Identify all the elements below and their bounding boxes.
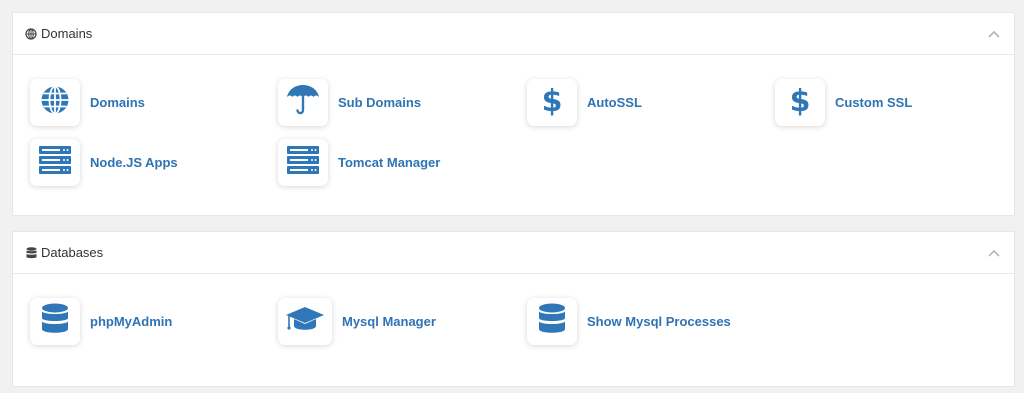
database-icon xyxy=(538,303,566,340)
globe-icon xyxy=(40,85,70,120)
show-mysql-processes-label: Show Mysql Processes xyxy=(587,314,731,329)
custom-ssl-label: Custom SSL xyxy=(835,95,913,110)
custom-ssl-tile[interactable]: $ xyxy=(775,79,825,126)
graduation-cap-icon xyxy=(285,305,325,338)
svg-text:$: $ xyxy=(790,84,810,116)
dollar-icon: $ xyxy=(542,84,563,121)
show-mysql-processes-item[interactable]: Show Mysql Processes xyxy=(527,298,731,345)
svg-text:$: $ xyxy=(542,84,562,116)
umbrella-icon xyxy=(285,84,321,121)
domains-panel-title: Domains xyxy=(41,26,93,41)
phpmyadmin-item[interactable]: phpMyAdmin xyxy=(30,298,172,345)
custom-ssl-item[interactable]: $ Custom SSL xyxy=(775,79,912,126)
sub-domains-label: Sub Domains xyxy=(338,95,422,110)
autossl-label: AutoSSL xyxy=(587,95,642,110)
sub-domains-item[interactable]: Sub Domains xyxy=(278,79,421,126)
phpmyadmin-tile[interactable] xyxy=(30,298,80,345)
domains-panel-header[interactable]: Domains xyxy=(13,13,1014,55)
tomcat-manager-tile[interactable] xyxy=(278,139,328,186)
autossl-item[interactable]: $ AutoSSL xyxy=(527,79,642,126)
tomcat-manager-item[interactable]: Tomcat Manager xyxy=(278,139,440,186)
chevron-up-icon[interactable] xyxy=(986,26,1002,42)
mysql-manager-item[interactable]: Mysql Manager xyxy=(278,298,436,345)
show-mysql-processes-tile[interactable] xyxy=(527,298,577,345)
autossl-tile[interactable]: $ xyxy=(527,79,577,126)
database-icon xyxy=(25,246,37,259)
domains-label: Domains xyxy=(90,95,145,110)
phpmyadmin-label: phpMyAdmin xyxy=(90,314,173,329)
sub-domains-tile[interactable] xyxy=(278,79,328,126)
nodejs-apps-item[interactable]: Node.JS Apps xyxy=(30,139,178,186)
nodejs-apps-tile[interactable] xyxy=(30,139,80,186)
domains-item[interactable]: Domains xyxy=(30,79,145,126)
mysql-manager-label: Mysql Manager xyxy=(342,314,436,329)
tomcat-manager-label: Tomcat Manager xyxy=(338,155,441,170)
databases-panel-title: Databases xyxy=(41,245,104,260)
chevron-up-icon[interactable] xyxy=(986,245,1002,261)
databases-panel-header[interactable]: Databases xyxy=(13,232,1014,274)
nodejs-apps-label: Node.JS Apps xyxy=(90,155,178,170)
mysql-manager-tile[interactable] xyxy=(278,298,332,345)
dollar-icon: $ xyxy=(790,84,811,121)
databases-panel: Databases phpMyAdmin Mysql Manager Show … xyxy=(12,231,1015,387)
globe-icon xyxy=(25,27,37,40)
server-icon xyxy=(39,146,71,179)
server-icon xyxy=(287,146,319,179)
database-icon xyxy=(41,303,69,340)
domains-tile[interactable] xyxy=(30,79,80,126)
domains-panel: Domains Domains Sub Domains $ AutoSSL $ … xyxy=(12,12,1015,216)
